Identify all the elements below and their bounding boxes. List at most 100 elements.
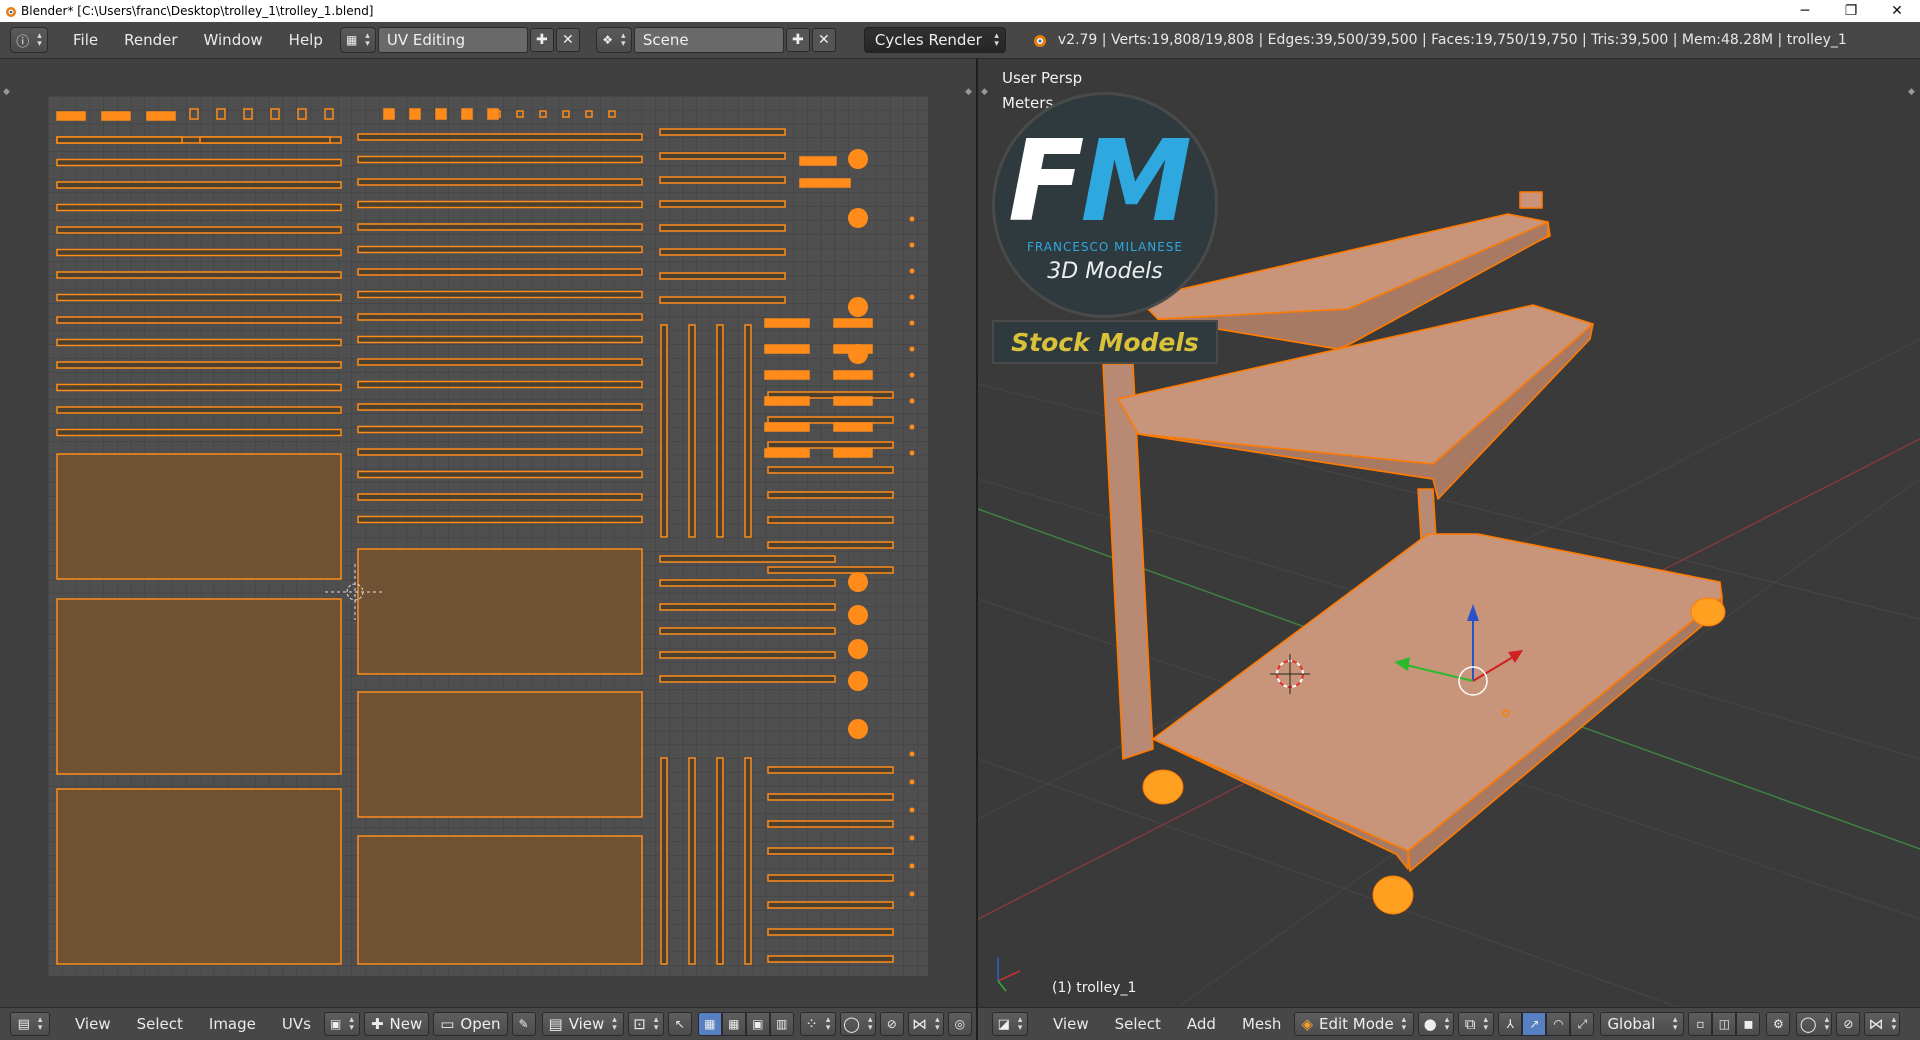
wheel-front-right [1372,875,1414,915]
uv-strip [767,793,894,801]
uv-strip [659,603,836,611]
proportional-edit-dropdown[interactable]: ◯ ▴ ▾ [839,1012,876,1036]
viewport-header: ◪ ▴ ▾ View Select Add Mesh ◈ Edit Mode ▴ ▾ ● ▴… [978,1007,1920,1040]
uv-strip [659,152,786,160]
view-mode-dropdown[interactable]: ▤ View ▴ ▾ [541,1012,624,1036]
updown-icon: ▴ ▾ [825,1015,831,1033]
edge-select-button[interactable]: ▦ [721,1012,746,1036]
menu-select[interactable]: Select [124,1015,196,1033]
uv-strip [659,248,786,256]
pivot-dropdown[interactable]: ⊡ ▴ ▾ [627,1012,664,1036]
pin-button[interactable]: ✎ [511,1012,536,1036]
vertex-select-button[interactable]: ▫ [1688,1012,1713,1036]
plus-icon: ✚ [792,32,804,48]
manipulator-toggle-button[interactable]: ⅄ [1498,1012,1523,1036]
face-select-button[interactable]: ▣ [745,1012,770,1036]
uv-strip [767,566,894,574]
snap-element-dropdown[interactable]: ⋈ ▴ ▾ [907,1012,944,1036]
uv-small-island [764,422,810,432]
uv-strip [659,200,786,208]
menu-view[interactable]: View [62,1015,124,1033]
snap-toggle-button[interactable]: ⊘ [879,1012,904,1036]
screen-layout-field[interactable]: UV Editing [377,27,528,53]
menu-image[interactable]: Image [196,1015,269,1033]
snap-toggle-button[interactable]: ⊘ [1836,1012,1861,1036]
menu-render[interactable]: Render [111,31,190,49]
updown-icon: ▴ ▾ [1891,1015,1897,1033]
minimize-button[interactable]: ─ [1782,0,1828,22]
render-engine-dropdown[interactable]: Cycles Render ▴ ▾ [863,27,1006,53]
uv-small-island [833,448,873,458]
image-browse-button[interactable]: ▣ ▴ ▾ [323,1012,360,1036]
updown-icon: ▴ ▾ [1401,1015,1407,1033]
menu-select[interactable]: Select [1102,1015,1174,1033]
menu-view[interactable]: View [1040,1015,1102,1033]
uv-round-island [909,242,915,248]
restore-button[interactable]: ❐ [1828,0,1874,22]
uv-image-editor[interactable]: ◆ ◆ [0,59,976,1007]
pivot-point-dropdown[interactable]: ⧉ ▴ ▾ [1458,1012,1495,1036]
editor-type-button[interactable]: ▤ ▴ ▾ [10,1012,50,1036]
editor-type-info-button[interactable]: ⓘ ▴ ▾ [10,27,48,53]
viewport-shading-dropdown[interactable]: ● ▴ ▾ [1418,1012,1455,1036]
uv-panel [56,598,342,775]
vertex-select-button[interactable]: ▦ [697,1012,722,1036]
translate-manipulator-button[interactable]: ↗ [1522,1012,1547,1036]
face-select-button[interactable]: ◼ [1736,1012,1761,1036]
new-image-button[interactable]: ✚ New [363,1012,430,1036]
properties-toggle-icon[interactable]: ◆ [1908,87,1915,97]
add-screen-button[interactable]: ✚ [529,28,554,52]
uv-round-island [848,671,868,691]
top-shelf-knob [1519,191,1543,209]
edge-select-button[interactable]: ◫ [1712,1012,1737,1036]
scene-field[interactable]: Scene [633,27,784,53]
uv-strip [357,268,643,276]
island-select-button[interactable]: ▥ [769,1012,794,1036]
toolbar-toggle-icon[interactable]: ◆ [981,87,988,97]
uv-small-island [833,370,873,380]
scene-selector[interactable]: ❖ ▴ ▾ [595,27,632,53]
sticky-mode-dropdown[interactable]: ⁘ ▴ ▾ [799,1012,836,1036]
mode-dropdown[interactable]: ◈ Edit Mode ▴ ▾ [1294,1012,1415,1036]
screen-layout-selector[interactable]: ▦ ▴ ▾ [339,27,376,53]
proportional-edit-dropdown[interactable]: ◯ ▴ ▾ [1796,1012,1833,1036]
editor-type-button[interactable]: ◪ ▴ ▾ [992,1012,1028,1036]
menu-mesh[interactable]: Mesh [1229,1015,1295,1033]
screen-layout-name: UV Editing [386,31,466,49]
uv-layout-canvas[interactable] [0,59,976,1007]
render-slot-button[interactable]: ◎ [947,1012,972,1036]
uv-round-island [909,751,915,757]
limit-selection-button[interactable]: ⚙ [1766,1012,1791,1036]
remove-screen-button[interactable]: ✕ [555,28,580,52]
face-icon: ▣ [752,1017,764,1031]
logo-name: FRANCESCO MILANESE [1027,240,1183,254]
add-scene-button[interactable]: ✚ [785,28,810,52]
open-image-button[interactable]: ▭ Open [433,1012,508,1036]
snap-element-dropdown[interactable]: ⋈ ▴ ▾ [1864,1012,1901,1036]
manipulator-group: ⅄ ↗ ◠ ⤢ [1498,1012,1595,1036]
rotate-manipulator-button[interactable]: ◠ [1546,1012,1571,1036]
remove-scene-button[interactable]: ✕ [811,28,836,52]
3d-viewport[interactable]: User Persp Meters (1) trolley_1 ◆ ◆ FM F… [978,59,1920,1007]
snap-icon: ⋈ [1868,1015,1884,1033]
wheel-front-left [1142,769,1184,805]
scale-manipulator-button[interactable]: ⤢ [1570,1012,1595,1036]
menu-add[interactable]: Add [1174,1015,1229,1033]
uv-small-island [764,396,810,406]
sync-selection-button[interactable]: ↖ [667,1012,692,1036]
uv-round-island [909,398,915,404]
occlude-icon: ⚙ [1773,1017,1784,1031]
menu-window[interactable]: Window [191,31,276,49]
uv-strip [56,316,342,324]
menu-help[interactable]: Help [276,31,336,49]
x-icon: ✕ [818,32,830,48]
close-button[interactable]: ✕ [1874,0,1920,22]
menu-uvs[interactable]: UVs [269,1015,324,1033]
uv-strip [199,136,331,144]
transform-orientation-dropdown[interactable]: Global ▴ ▾ [1600,1012,1685,1036]
updown-icon: ▴ ▾ [1444,1015,1450,1033]
face-icon: ◼ [1743,1017,1754,1031]
rotate-icon: ◠ [1553,1017,1564,1031]
menu-file[interactable]: File [60,31,111,49]
window-title-bar: Blender* [C:\Users\franc\Desktop\trolley… [0,0,1920,22]
